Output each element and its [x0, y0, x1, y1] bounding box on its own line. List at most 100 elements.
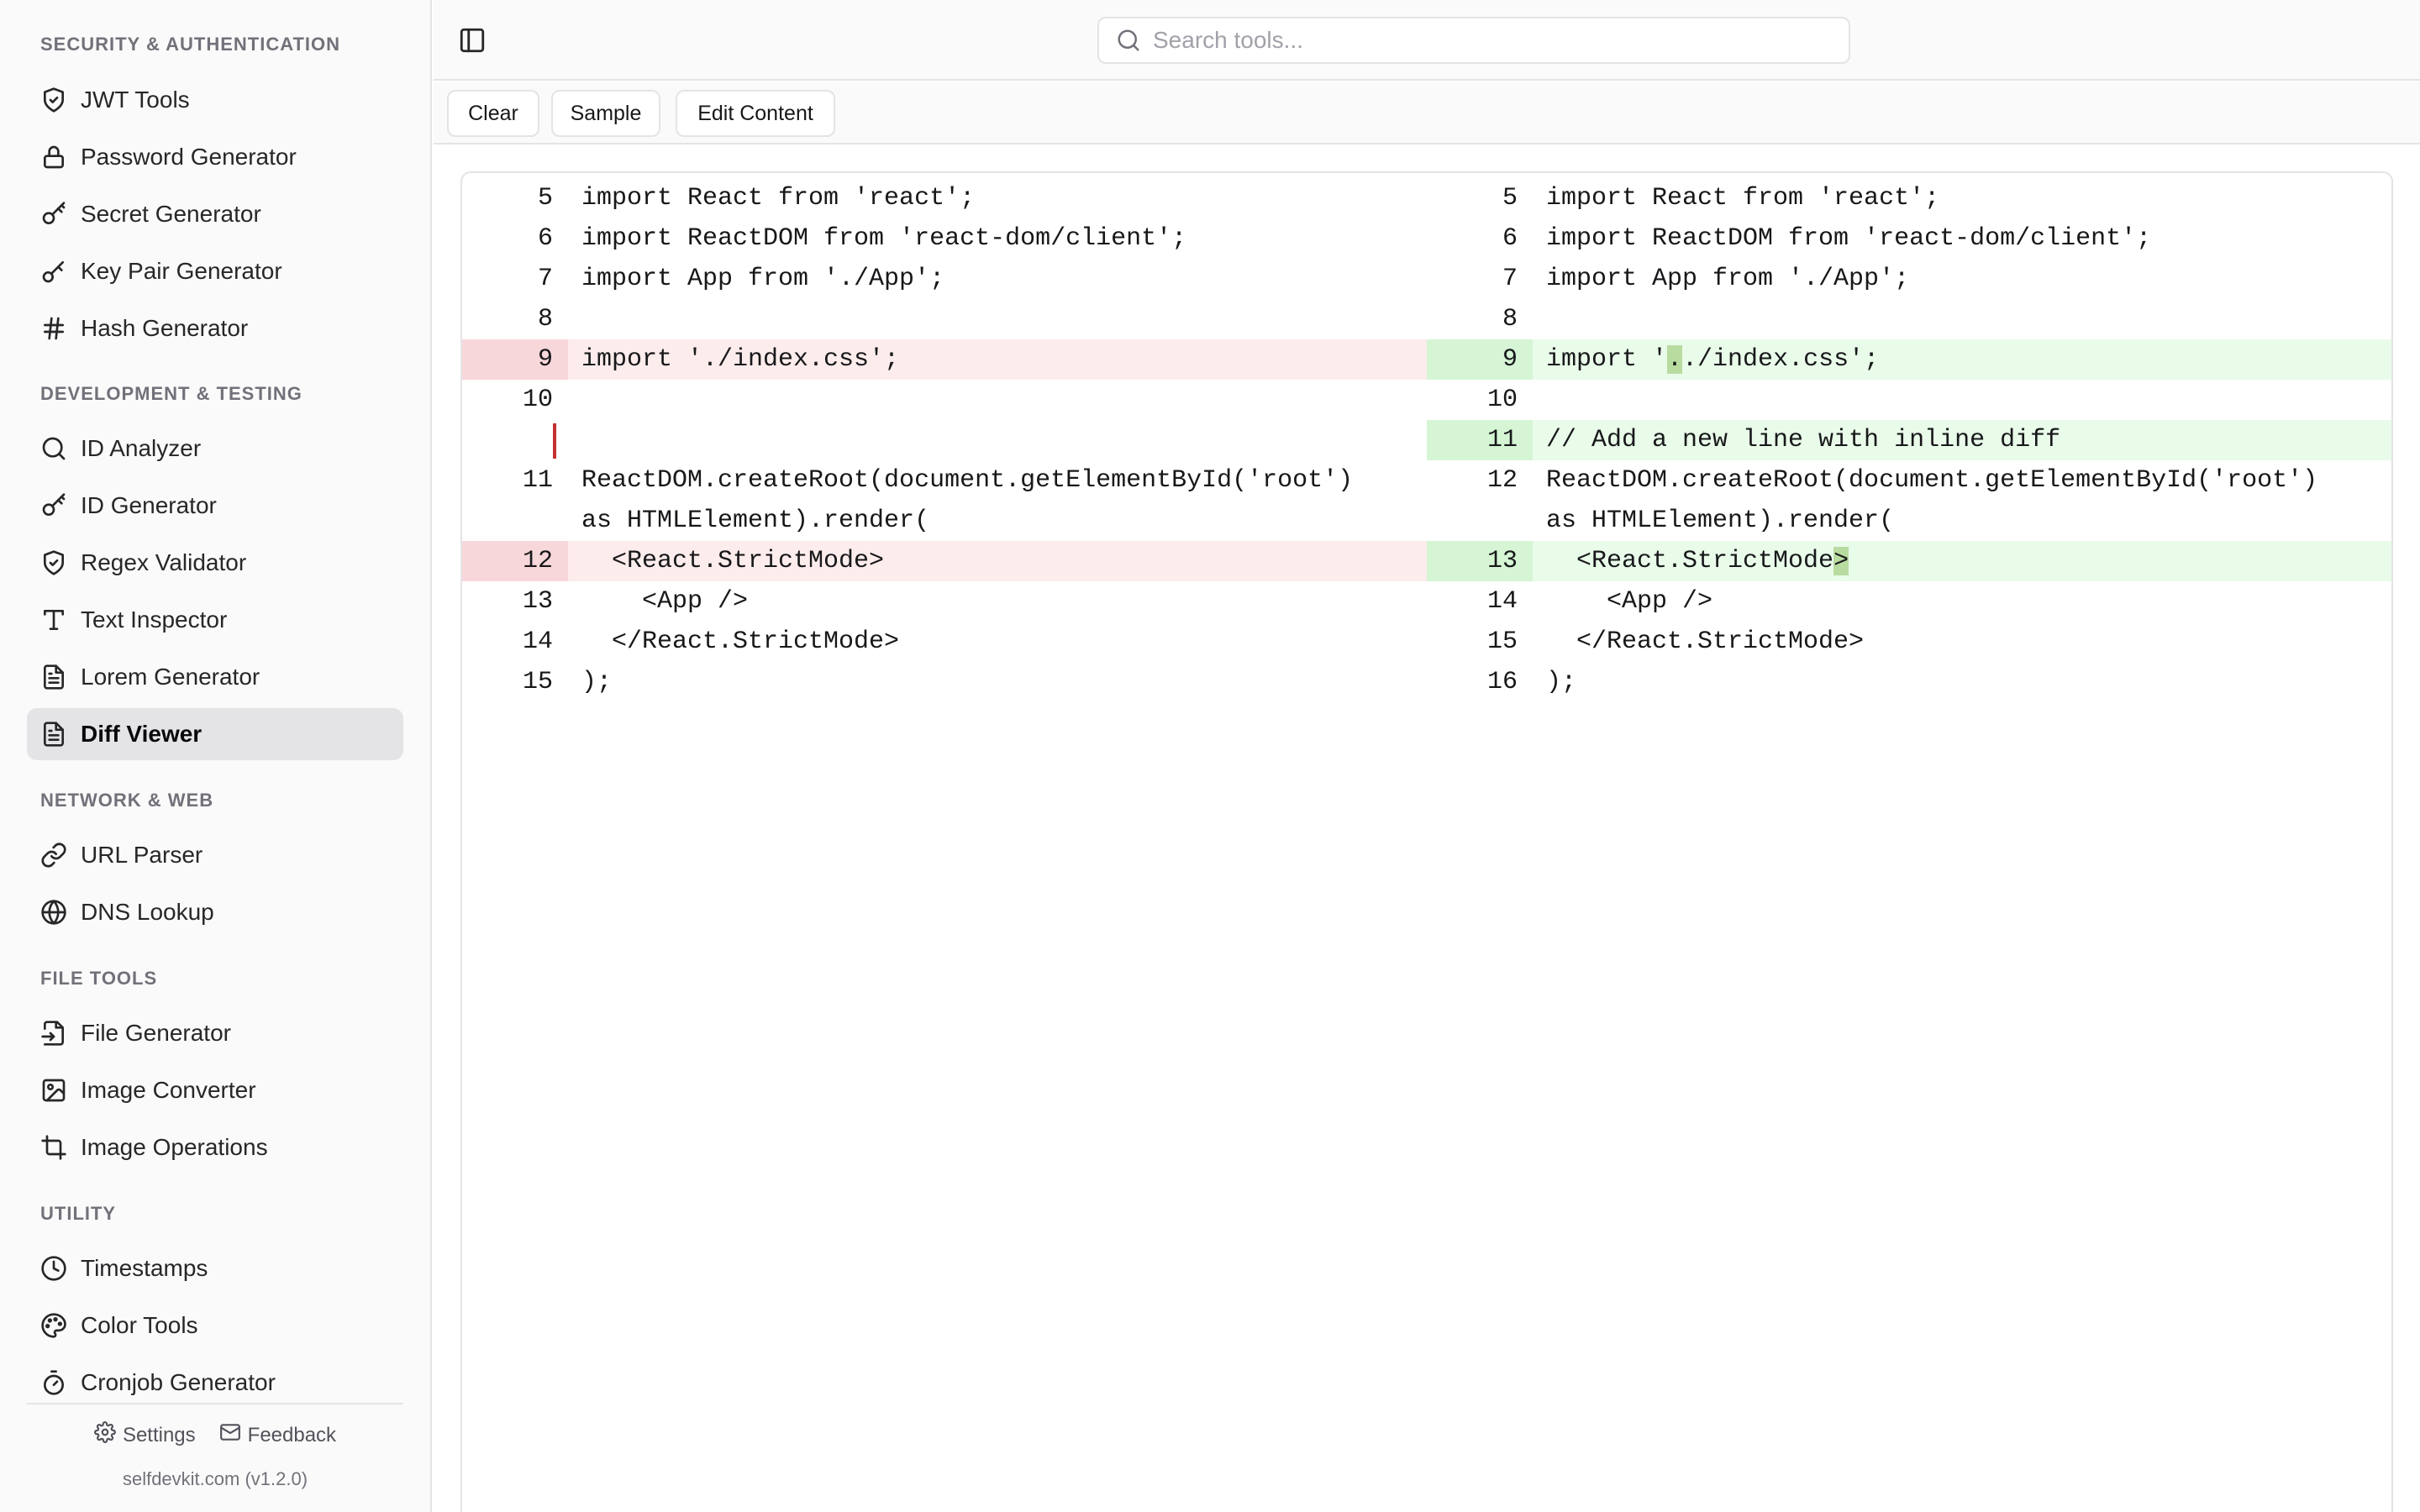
code-text: import './index.css'; — [581, 345, 900, 374]
sidebar-item-regex-validator[interactable]: Regex Validator — [27, 537, 403, 589]
sidebar-item-cronjob-generator[interactable]: Cronjob Generator — [27, 1357, 403, 1403]
file-input-icon — [40, 1020, 67, 1047]
sidebar-item-secret-generator[interactable]: Secret Generator — [27, 188, 403, 240]
diff-pane-modified[interactable]: 5 import React from 'react'; 6 import React… — [1427, 173, 2391, 1512]
key-round-icon — [40, 492, 67, 519]
code-text: as HTMLElement).render( — [581, 507, 930, 535]
sidebar-item-label: URL Parser — [81, 842, 203, 868]
sidebar-item-lorem-generator[interactable]: Lorem Generator — [27, 651, 403, 703]
sidebar-item-color-tools[interactable]: Color Tools — [27, 1299, 403, 1352]
sidebar-footer: Settings Feedback selfdevkit.com (v1.2.0… — [27, 1403, 403, 1512]
diff-line-modified: 11 // Add a new line with inline diff — [1427, 420, 2391, 460]
diff-line-original — [462, 420, 1427, 460]
sidebar-item-hash-generator[interactable]: Hash Generator — [27, 302, 403, 354]
code-text: import ReactDOM from 'react-dom/client'; — [581, 224, 1187, 253]
search-input[interactable] — [1153, 27, 1825, 54]
settings-link[interactable]: Settings — [93, 1421, 196, 1449]
toolbar: Clear Sample Edit Content — [434, 82, 2420, 144]
timer-icon — [40, 1369, 67, 1396]
sidebar-item-label: Diff Viewer — [81, 721, 203, 747]
code-text: import ReactDOM from 'react-dom/client'; — [1546, 224, 2152, 253]
line-number: 5 — [1502, 184, 1518, 213]
key-icon — [40, 258, 67, 285]
code-text: ReactDOM.createRoot(document.getElementB… — [581, 466, 1354, 495]
code-text: import '../index.css'; — [1546, 345, 1880, 374]
feedback-link[interactable]: Feedback — [219, 1421, 336, 1449]
line-number: 10 — [1486, 386, 1518, 414]
diff-line-original: 7 import App from './App'; — [462, 259, 1427, 299]
sidebar-section-title: UTILITY — [40, 1203, 117, 1224]
search-icon — [1116, 28, 1153, 53]
line-number: 13 — [522, 587, 553, 616]
diff-line-modified: 15 </React.StrictMode> — [1427, 622, 2391, 662]
sample-button[interactable]: Sample — [551, 90, 660, 137]
removed-line-marker — [553, 423, 556, 459]
code-text: import App from './App'; — [1546, 265, 1910, 293]
sidebar-section-title: DEVELOPMENT & TESTING — [40, 383, 302, 404]
code-text: import React from 'react'; — [1546, 184, 1940, 213]
line-number: 9 — [462, 339, 568, 380]
code-text: as HTMLElement).render( — [1546, 507, 1895, 535]
sidebar-item-text-inspector[interactable]: Text Inspector — [27, 594, 403, 646]
diff-line-modified: 8 — [1427, 299, 2391, 339]
line-number: 12 — [462, 541, 568, 581]
sidebar-item-label: Image Converter — [81, 1077, 256, 1103]
file-text-icon — [40, 664, 67, 690]
sidebar-nav[interactable]: SECURITY & AUTHENTICATION JWT Tools Passwo… — [0, 0, 430, 1403]
sidebar-item-label: Lorem Generator — [81, 664, 260, 690]
shield-check-icon — [40, 87, 67, 113]
diff-line-modified: 6 import ReactDOM from 'react-dom/client'… — [1427, 218, 2391, 259]
diff-line-original: 9 import './index.css'; — [462, 339, 1427, 380]
line-number: 7 — [537, 265, 553, 293]
sidebar-item-password-generator[interactable]: Password Generator — [27, 131, 403, 183]
line-number: 10 — [522, 386, 553, 414]
sidebar-item-id-analyzer[interactable]: ID Analyzer — [27, 423, 403, 475]
sidebar-item-file-generator[interactable]: File Generator — [27, 1007, 403, 1059]
line-number: 16 — [1486, 668, 1518, 696]
clock-icon — [40, 1255, 67, 1282]
sidebar-item-label: Text Inspector — [81, 606, 228, 633]
diff-line-modified: as HTMLElement).render( — [1427, 501, 2391, 541]
diff-line-original: 15); — [462, 662, 1427, 702]
edit-content-button[interactable]: Edit Content — [676, 90, 835, 137]
diff-line-modified: 14 <App /> — [1427, 581, 2391, 622]
line-number: 6 — [1502, 224, 1518, 253]
sidebar-item-label: Color Tools — [81, 1312, 198, 1338]
sidebar-item-diff-viewer[interactable]: Diff Viewer — [27, 708, 403, 760]
sidebar: SECURITY & AUTHENTICATION JWT Tools Passwo… — [0, 0, 432, 1512]
panel-left-icon — [458, 26, 487, 55]
diff-line-original: 11 ReactDOM.createRoot(document.getElemen… — [462, 460, 1427, 501]
sidebar-item-dns-lookup[interactable]: DNS Lookup — [27, 886, 403, 938]
line-number: 14 — [1486, 587, 1518, 616]
sidebar-toggle-button[interactable] — [457, 25, 487, 55]
settings-label: Settings — [122, 1423, 196, 1446]
top-header — [434, 0, 2420, 81]
diff-pane-original[interactable]: 5 import React from 'react'; 6 import React… — [462, 173, 1427, 1512]
type-icon — [40, 606, 67, 633]
sidebar-item-key-pair-generator[interactable]: Key Pair Generator — [27, 245, 403, 297]
sidebar-item-url-parser[interactable]: URL Parser — [27, 829, 403, 881]
sidebar-item-image-operations[interactable]: Image Operations — [27, 1121, 403, 1173]
sidebar-item-label: Password Generator — [81, 144, 297, 170]
sidebar-item-id-generator[interactable]: ID Generator — [27, 480, 403, 532]
sidebar-item-image-converter[interactable]: Image Converter — [27, 1064, 403, 1116]
sidebar-item-label: Secret Generator — [81, 201, 261, 227]
sidebar-item-timestamps[interactable]: Timestamps — [27, 1242, 403, 1294]
sidebar-item-label: Hash Generator — [81, 315, 249, 341]
crop-icon — [40, 1134, 67, 1161]
sidebar-item-jwt-tools[interactable]: JWT Tools — [27, 74, 403, 126]
line-number: 11 — [522, 466, 553, 495]
sidebar-item-label: Timestamps — [81, 1255, 208, 1281]
sidebar-item-label: Regex Validator — [81, 549, 247, 575]
line-number: 9 — [1427, 339, 1533, 380]
key-round-icon — [40, 201, 67, 228]
diff-line-original: as HTMLElement).render( — [462, 501, 1427, 541]
code-text: </React.StrictMode> — [1546, 627, 1865, 656]
clear-button[interactable]: Clear — [447, 90, 539, 137]
sidebar-section-title: FILE TOOLS — [40, 968, 158, 989]
code-text: ); — [581, 668, 613, 696]
search-icon — [40, 435, 67, 462]
diff-line-original: 10 — [462, 380, 1427, 420]
sidebar-item-label: Image Operations — [81, 1134, 268, 1160]
line-number: 8 — [1502, 305, 1518, 333]
